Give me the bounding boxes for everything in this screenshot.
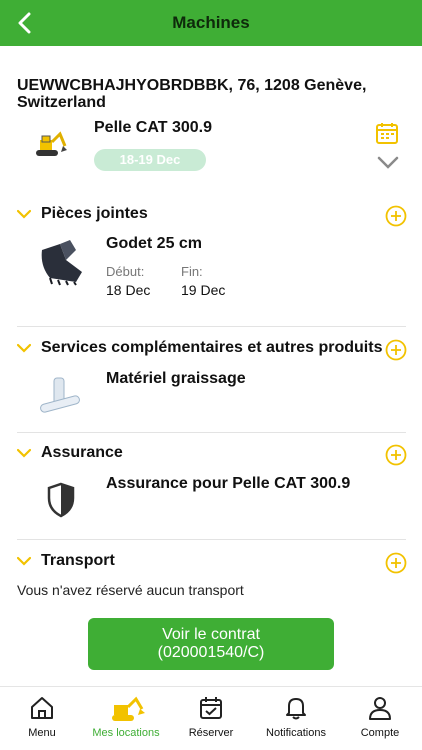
section-attachments-header[interactable]: Pièces jointes: [17, 203, 148, 225]
nav-label: Notifications: [266, 727, 326, 739]
end-value: 19 Dec: [181, 282, 226, 298]
machine-name: Pelle CAT 300.9: [94, 119, 212, 136]
calendar-check-icon: [200, 697, 222, 719]
page-title: Machines: [172, 13, 250, 32]
bell-icon: [286, 698, 306, 720]
nav-label: Menu: [28, 727, 56, 739]
contract-number: (020001540/C): [157, 644, 265, 661]
section-insurance-header[interactable]: Assurance: [17, 442, 123, 464]
nav-book[interactable]: Réserver: [169, 687, 253, 750]
divider: [17, 539, 406, 540]
rental-dates-badge: 18-19 Dec: [94, 149, 206, 171]
end-label: Fin:: [181, 264, 203, 279]
divider: [17, 326, 406, 327]
top-bar: Machines: [0, 0, 422, 46]
bucket-image: [41, 240, 82, 286]
view-contract-button[interactable]: Voir le contrat (020001540/C): [88, 618, 334, 670]
nav-menu[interactable]: Menu: [0, 687, 84, 750]
section-services-header[interactable]: Services complémentaires et autres produ…: [17, 337, 382, 359]
divider: [17, 432, 406, 433]
start-value: 18 Dec: [106, 282, 151, 298]
nav-my-rentals[interactable]: Mes locations: [84, 687, 168, 750]
chevron-down-icon[interactable]: [377, 155, 399, 171]
shield-icon: [47, 482, 75, 518]
section-transport-header[interactable]: Transport: [17, 550, 115, 572]
add-transport-icon[interactable]: [385, 552, 407, 574]
chevron-down-icon: [17, 448, 31, 458]
excavator-icon: [112, 696, 145, 721]
nav-account[interactable]: Compte: [338, 687, 422, 750]
add-attachment-icon[interactable]: [385, 205, 407, 227]
insurance-name: Assurance pour Pelle CAT 300.9: [106, 475, 351, 492]
bottom-navigation: Menu Mes locations Réserver Notification…: [0, 686, 422, 750]
chevron-down-icon: [17, 209, 31, 219]
calendar-icon[interactable]: [375, 121, 399, 145]
section-label: Services complémentaires et autres produ…: [41, 339, 383, 356]
delivery-address: UEWWCBHAJHYOBRDBBK, 76, 1208 Genève, Swi…: [17, 77, 367, 111]
nav-notifications[interactable]: Notifications: [254, 687, 338, 750]
start-label: Début:: [106, 264, 145, 279]
contract-button-label: Voir le contrat: [162, 626, 260, 643]
home-icon: [31, 697, 53, 719]
user-icon: [369, 697, 391, 720]
excavator-image: [36, 131, 67, 156]
service-name: Matériel graissage: [106, 370, 246, 387]
attachment-name: Godet 25 cm: [106, 235, 203, 252]
grease-cartridge-image: [40, 377, 80, 413]
nav-label: Réserver: [188, 727, 234, 739]
section-label: Assurance: [41, 444, 123, 461]
add-insurance-icon[interactable]: [385, 444, 407, 466]
section-label: Pièces jointes: [41, 205, 148, 222]
no-transport-text: Vous n'avez réservé aucun transport: [17, 582, 244, 598]
nav-label: Compte: [360, 727, 400, 739]
chevron-down-icon: [17, 343, 31, 353]
section-label: Transport: [41, 552, 115, 569]
chevron-down-icon: [17, 556, 31, 566]
nav-label: Mes locations: [92, 727, 160, 739]
add-service-icon[interactable]: [385, 339, 407, 361]
